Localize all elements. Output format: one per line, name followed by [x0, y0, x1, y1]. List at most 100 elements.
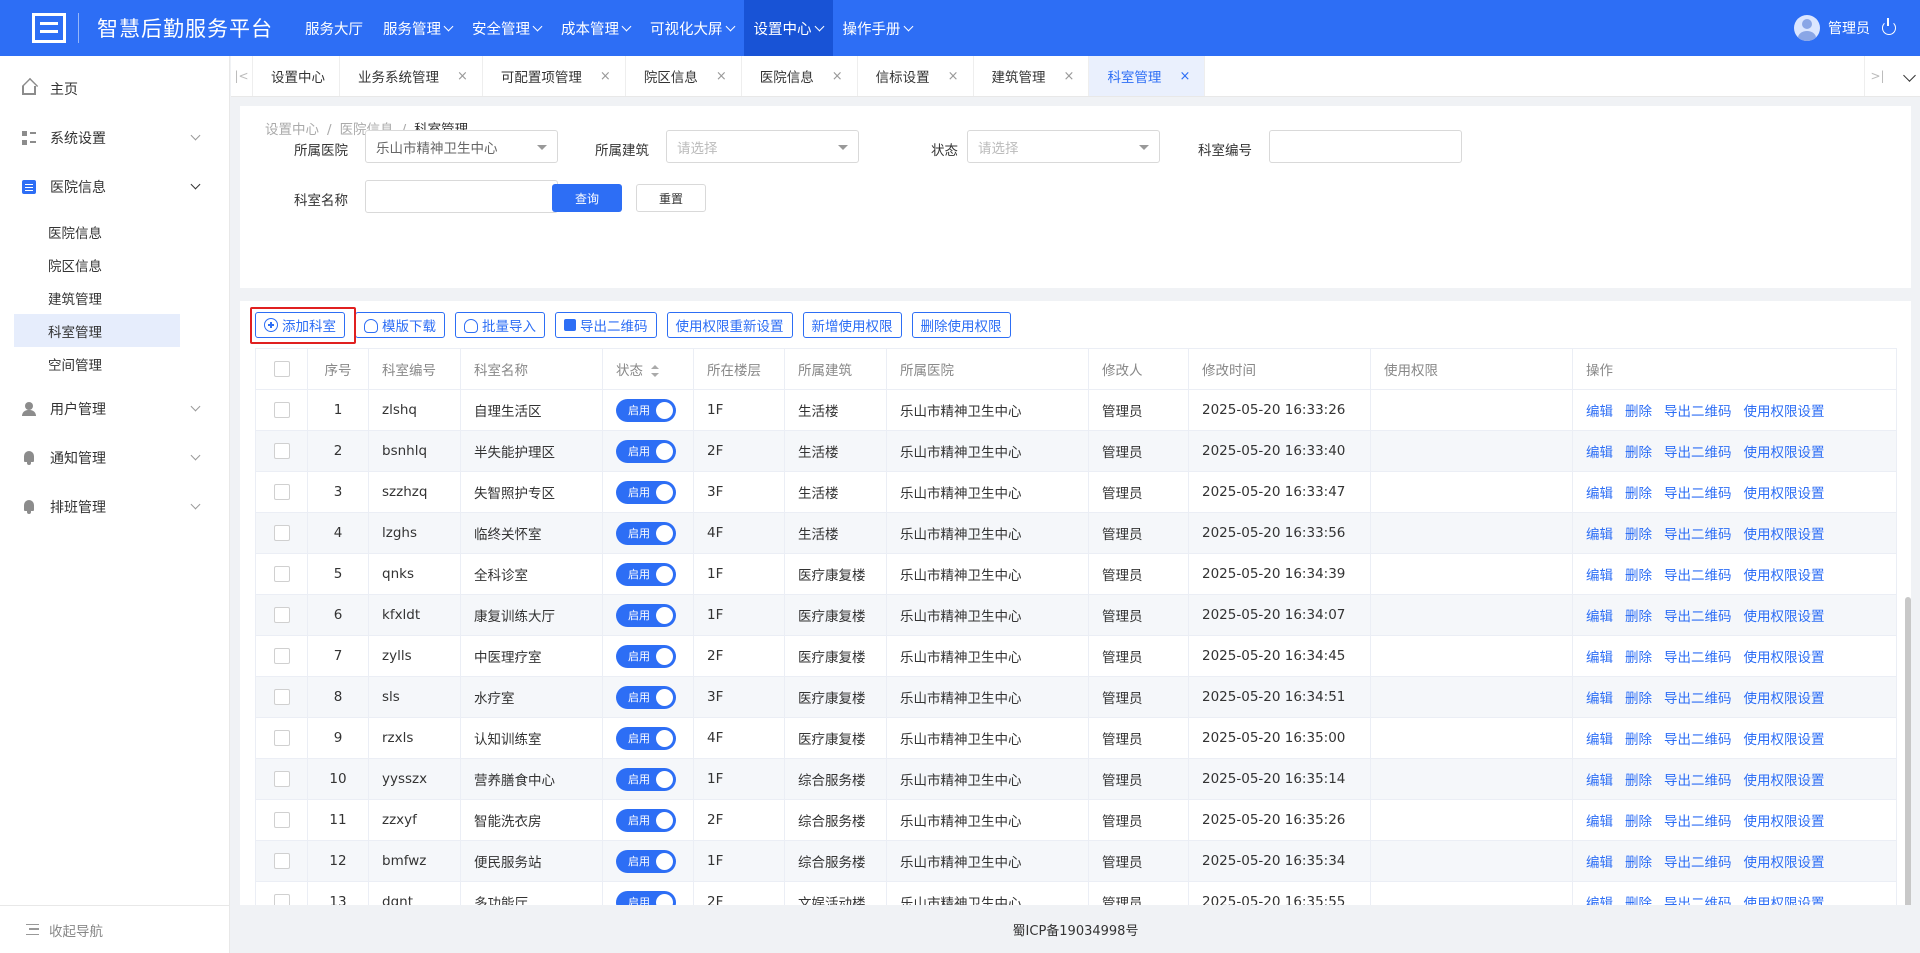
row-select-cell[interactable] [255, 717, 308, 759]
batch-import-button[interactable]: 批量导入 [455, 312, 545, 338]
status-toggle[interactable]: 启用 [616, 767, 676, 791]
sidebar-item-notifications[interactable]: 通知管理 [0, 433, 229, 482]
close-icon[interactable]: × [1179, 69, 1190, 84]
permission-settings-link[interactable]: 使用权限设置 [1744, 609, 1825, 625]
delete-link[interactable]: 删除 [1625, 486, 1652, 502]
export-qrcode-link[interactable]: 导出二维码 [1664, 691, 1732, 707]
status-toggle[interactable]: 启用 [616, 521, 676, 545]
table-row[interactable]: 4 lzghs 临终关怀室 启用 4F 生活楼 乐山市精神卫生中心 管理员 2025-05-20… [255, 512, 1897, 554]
table-row[interactable]: 3 szzhzq 失智照护专区 启用 3F 生活楼 乐山市精神卫生中心 管理员 2025-05-… [255, 471, 1897, 513]
tab[interactable]: 设置中心 [253, 56, 340, 96]
delete-link[interactable]: 删除 [1625, 896, 1652, 905]
edit-link[interactable]: 编辑 [1586, 527, 1613, 543]
export-qrcode-link[interactable]: 导出二维码 [1664, 568, 1732, 584]
select-all-cell[interactable] [255, 348, 308, 390]
table-row[interactable]: 7 zylls 中医理疗室 启用 2F 医疗康复楼 乐山市精神卫生中心 管理员 2025-05-… [255, 635, 1897, 677]
code-input[interactable] [1269, 130, 1462, 163]
row-select-cell[interactable] [255, 635, 308, 677]
logout-icon[interactable] [1882, 18, 1896, 35]
tab[interactable]: 业务系统管理 × [340, 56, 483, 96]
delete-link[interactable]: 删除 [1625, 609, 1652, 625]
edit-link[interactable]: 编辑 [1586, 732, 1613, 748]
topnav-item[interactable]: 成本管理 [551, 0, 640, 56]
row-checkbox[interactable] [273, 525, 290, 541]
table-row[interactable]: 13 dgnt 多功能厅 启用 2F 文娱活动楼 乐山市精神卫生中心 管理员 2025-05-2… [255, 881, 1897, 905]
tab[interactable]: 可配置项管理 × [483, 56, 626, 96]
add-permission-button[interactable]: 新增使用权限 [802, 312, 902, 338]
status-toggle[interactable]: 启用 [616, 562, 676, 586]
row-select-cell[interactable] [255, 840, 308, 882]
column-header-status[interactable]: 状态 [602, 348, 694, 390]
row-checkbox[interactable] [273, 402, 290, 418]
export-qrcode-link[interactable]: 导出二维码 [1664, 404, 1732, 420]
topnav-item[interactable]: 操作手册 [833, 0, 922, 56]
user-area[interactable]: 管理员 [1794, 0, 1896, 56]
permission-settings-link[interactable]: 使用权限设置 [1744, 650, 1825, 666]
permission-settings-link[interactable]: 使用权限设置 [1744, 527, 1825, 543]
close-icon[interactable]: × [457, 69, 468, 84]
status-toggle[interactable]: 启用 [616, 685, 676, 709]
topnav-item[interactable]: 安全管理 [462, 0, 551, 56]
close-icon[interactable]: × [832, 69, 843, 84]
row-checkbox[interactable] [273, 853, 290, 869]
export-qrcode-link[interactable]: 导出二维码 [1664, 855, 1732, 871]
permission-settings-link[interactable]: 使用权限设置 [1744, 732, 1825, 748]
delete-link[interactable]: 删除 [1625, 568, 1652, 584]
avatar[interactable] [1794, 15, 1820, 41]
permission-settings-link[interactable]: 使用权限设置 [1744, 445, 1825, 461]
status-toggle[interactable]: 启用 [616, 644, 676, 668]
row-checkbox[interactable] [273, 689, 290, 705]
status-toggle[interactable]: 启用 [616, 439, 676, 463]
status-toggle[interactable]: 启用 [616, 398, 676, 422]
row-checkbox[interactable] [273, 894, 290, 905]
row-checkbox[interactable] [273, 771, 290, 787]
query-button[interactable]: 查询 [552, 184, 622, 212]
export-qrcode-link[interactable]: 导出二维码 [1664, 486, 1732, 502]
topnav-item[interactable]: 设置中心 [743, 0, 833, 56]
row-checkbox[interactable] [273, 607, 290, 623]
status-toggle[interactable]: 启用 [616, 808, 676, 832]
delete-link[interactable]: 删除 [1625, 650, 1652, 666]
tab[interactable]: 信标设置 × [858, 56, 974, 96]
delete-link[interactable]: 删除 [1625, 691, 1652, 707]
close-icon[interactable]: × [716, 69, 727, 84]
permission-settings-link[interactable]: 使用权限设置 [1744, 814, 1825, 830]
tab[interactable]: 建筑管理 × [974, 56, 1090, 96]
export-qrcode-link[interactable]: 导出二维码 [1664, 609, 1732, 625]
reset-button[interactable]: 重置 [636, 184, 706, 212]
row-select-cell[interactable] [255, 799, 308, 841]
topnav-item[interactable]: 可视化大屏 [640, 0, 744, 56]
delete-link[interactable]: 删除 [1625, 404, 1652, 420]
export-qrcode-link[interactable]: 导出二维码 [1664, 773, 1732, 789]
row-checkbox[interactable] [273, 812, 290, 828]
sidebar-subitem[interactable]: 科室管理 [14, 314, 180, 347]
breadcrumb-link[interactable]: 设置中心 [265, 122, 319, 138]
edit-link[interactable]: 编辑 [1586, 896, 1613, 905]
close-icon[interactable]: × [600, 69, 611, 84]
sidebar-subitem[interactable]: 建筑管理 [14, 281, 180, 314]
export-qrcode-link[interactable]: 导出二维码 [1664, 896, 1732, 905]
row-checkbox[interactable] [273, 443, 290, 459]
status-toggle[interactable]: 启用 [616, 890, 676, 905]
tab-scroll-right-icon[interactable]: >| [1864, 56, 1890, 96]
row-select-cell[interactable] [255, 881, 308, 905]
delete-link[interactable]: 删除 [1625, 773, 1652, 789]
status-select[interactable]: 请选择 [967, 130, 1160, 163]
collapse-nav-button[interactable]: 收起导航 [0, 905, 230, 953]
edit-link[interactable]: 编辑 [1586, 486, 1613, 502]
edit-link[interactable]: 编辑 [1586, 814, 1613, 830]
table-row[interactable]: 12 bmfwz 便民服务站 启用 1F 综合服务楼 乐山市精神卫生中心 管理员 2025-05… [255, 840, 1897, 882]
delete-link[interactable]: 删除 [1625, 814, 1652, 830]
row-select-cell[interactable] [255, 389, 308, 431]
status-toggle[interactable]: 启用 [616, 726, 676, 750]
permission-settings-link[interactable]: 使用权限设置 [1744, 404, 1825, 420]
edit-link[interactable]: 编辑 [1586, 773, 1613, 789]
sidebar-subitem[interactable]: 院区信息 [14, 248, 180, 281]
close-icon[interactable]: × [1064, 69, 1075, 84]
sidebar-item-home[interactable]: 主页 [0, 64, 229, 113]
vertical-scrollbar[interactable] [1905, 597, 1911, 905]
user-name[interactable]: 管理员 [1828, 18, 1870, 38]
close-icon[interactable]: × [948, 69, 959, 84]
delete-link[interactable]: 删除 [1625, 732, 1652, 748]
export-qrcode-link[interactable]: 导出二维码 [1664, 814, 1732, 830]
